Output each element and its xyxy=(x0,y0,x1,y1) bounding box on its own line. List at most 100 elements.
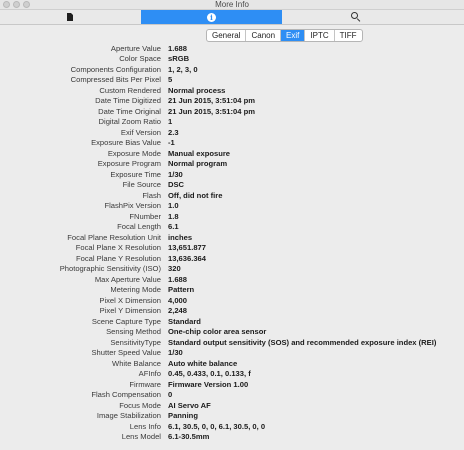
toolbar-info-segment[interactable]: i xyxy=(141,10,282,24)
property-value: Normal program xyxy=(168,159,228,169)
property-value: 2,248 xyxy=(168,306,188,316)
property-key: Digital Zoom Ratio xyxy=(98,117,161,127)
property-row: Exposure Mode Manual exposure xyxy=(0,148,464,159)
title-bar: More Info xyxy=(0,0,464,10)
toolbar: i xyxy=(0,10,464,25)
tab-general[interactable]: General xyxy=(207,30,247,41)
property-key: Image Stabilization xyxy=(96,411,161,421)
property-value: Auto white balance xyxy=(168,358,238,368)
property-value: 21 Jun 2015, 3:51:04 pm xyxy=(168,106,255,116)
property-key: Components Configuration xyxy=(70,64,161,74)
property-key: Focus Mode xyxy=(119,400,161,410)
property-row: Pixel X Dimension 4,000 xyxy=(0,295,464,306)
property-key: Max Aperture Value xyxy=(94,274,161,284)
property-row: Flash Compensation 0 xyxy=(0,390,464,401)
property-value: Standard output sensitivity (SOS) and re… xyxy=(168,337,437,347)
property-key: Date Time Original xyxy=(98,106,161,116)
property-key: Shutter Speed Value xyxy=(91,348,161,358)
property-key: Compressed Bits Per Pixel xyxy=(70,75,161,85)
property-row: Digital Zoom Ratio 1 xyxy=(0,117,464,128)
property-row: Focal Length 6.1 xyxy=(0,222,464,233)
property-value: Manual exposure xyxy=(168,148,231,158)
property-value: 1, 2, 3, 0 xyxy=(168,64,198,74)
property-row: Aperture Value 1.688 xyxy=(0,43,464,54)
property-row: Sensing Method One-chip color area sensor xyxy=(0,327,464,338)
property-value: sRGB xyxy=(168,54,190,64)
property-row: Exposure Program Normal program xyxy=(0,159,464,170)
property-row: FNumber 1.8 xyxy=(0,211,464,222)
property-row: Date Time Original 21 Jun 2015, 3:51:04 p… xyxy=(0,106,464,117)
property-key: FNumber xyxy=(129,211,161,221)
property-row: FlashPix Version 1.0 xyxy=(0,201,464,212)
property-row: Lens Model 6.1-30.5mm xyxy=(0,432,464,443)
property-key: FlashPix Version xyxy=(104,201,161,211)
property-value: 6.1, 30.5, 0, 0, 6.1, 30.5, 0, 0 xyxy=(168,421,266,431)
property-value: 1.8 xyxy=(168,211,179,221)
toolbar-search-segment[interactable] xyxy=(283,10,428,24)
property-key: Flash xyxy=(142,190,161,200)
property-value: 6.1-30.5mm xyxy=(168,432,210,442)
tab-exif[interactable]: Exif xyxy=(281,30,306,41)
property-value: 1 xyxy=(168,117,173,127)
property-row: File Source DSC xyxy=(0,180,464,191)
property-key: Flash Compensation xyxy=(91,390,161,400)
property-row: Pixel Y Dimension 2,248 xyxy=(0,306,464,317)
property-row: Focal Plane Resolution Unit inches xyxy=(0,232,464,243)
property-value: inches xyxy=(168,232,193,242)
property-value: 320 xyxy=(168,264,181,274)
property-row: Lens Info 6.1, 30.5, 0, 0, 6.1, 30.5, 0, … xyxy=(0,421,464,432)
property-row: Image Stabilization Panning xyxy=(0,411,464,422)
property-row: AFInfo 0.45, 0.433, 0.1, 0.133, f xyxy=(0,369,464,380)
tab-canon[interactable]: Canon xyxy=(246,30,282,41)
property-key: White Balance xyxy=(112,358,161,368)
property-value: Pattern xyxy=(168,285,195,295)
property-key: Lens Info xyxy=(129,421,161,431)
property-value: 1.688 xyxy=(168,274,188,284)
property-key: SensitivityType xyxy=(110,337,161,347)
property-key: Exposure Bias Value xyxy=(91,138,161,148)
info-icon: i xyxy=(207,12,216,22)
property-row: Focal Plane X Resolution 13,651.877 xyxy=(0,243,464,254)
property-value: 2.3 xyxy=(168,127,179,137)
property-key: Focal Length xyxy=(117,222,161,232)
property-row: Photographic Sensitivity (ISO) 320 xyxy=(0,264,464,275)
property-value: 13,636.364 xyxy=(168,253,207,263)
property-row: Exposure Time 1/30 xyxy=(0,169,464,180)
property-value: Off, did not fire xyxy=(168,190,223,200)
property-key: Scene Capture Type xyxy=(91,316,161,326)
property-value: -1 xyxy=(168,138,175,148)
property-row: Components Configuration 1, 2, 3, 0 xyxy=(0,64,464,75)
property-value: AI Servo AF xyxy=(168,400,211,410)
property-key: Photographic Sensitivity (ISO) xyxy=(59,264,161,274)
property-value: Firmware Version 1.00 xyxy=(168,379,249,389)
toolbar-document-segment[interactable] xyxy=(0,10,140,24)
property-key: AFInfo xyxy=(138,369,161,379)
property-row: Custom Rendered Normal process xyxy=(0,85,464,96)
tab-tiff[interactable]: TIFF xyxy=(335,30,362,41)
property-value: 0 xyxy=(168,390,173,400)
property-row: Metering Mode Pattern xyxy=(0,285,464,296)
property-value: 1/30 xyxy=(168,169,183,179)
property-key: Focal Plane Resolution Unit xyxy=(67,232,161,242)
property-key: Custom Rendered xyxy=(99,85,161,95)
property-row: SensitivityType Standard output sensitivi… xyxy=(0,337,464,348)
search-icon xyxy=(350,12,361,23)
property-key: Color Space xyxy=(119,54,161,64)
property-value: Standard xyxy=(168,316,201,326)
property-key: Pixel Y Dimension xyxy=(99,306,161,316)
property-value: One-chip color area sensor xyxy=(168,327,267,337)
property-row: Focus Mode AI Servo AF xyxy=(0,400,464,411)
property-row: Exif Version 2.3 xyxy=(0,127,464,138)
property-key: Firmware xyxy=(129,379,161,389)
property-row: Firmware Firmware Version 1.00 xyxy=(0,379,464,390)
tab-iptc[interactable]: IPTC xyxy=(305,30,335,41)
property-key: Focal Plane X Resolution xyxy=(75,243,161,253)
property-value: Panning xyxy=(168,411,198,421)
property-row: Flash Off, did not fire xyxy=(0,190,464,201)
exif-properties-list: Aperture Value 1.688 Color Space sRGB Compon… xyxy=(0,43,464,442)
property-row: Compressed Bits Per Pixel 5 xyxy=(0,75,464,86)
property-key: Date Time Digitized xyxy=(95,96,161,106)
property-row: White Balance Auto white balance xyxy=(0,358,464,369)
property-key: Exposure Program xyxy=(97,159,161,169)
property-key: Aperture Value xyxy=(110,43,161,53)
